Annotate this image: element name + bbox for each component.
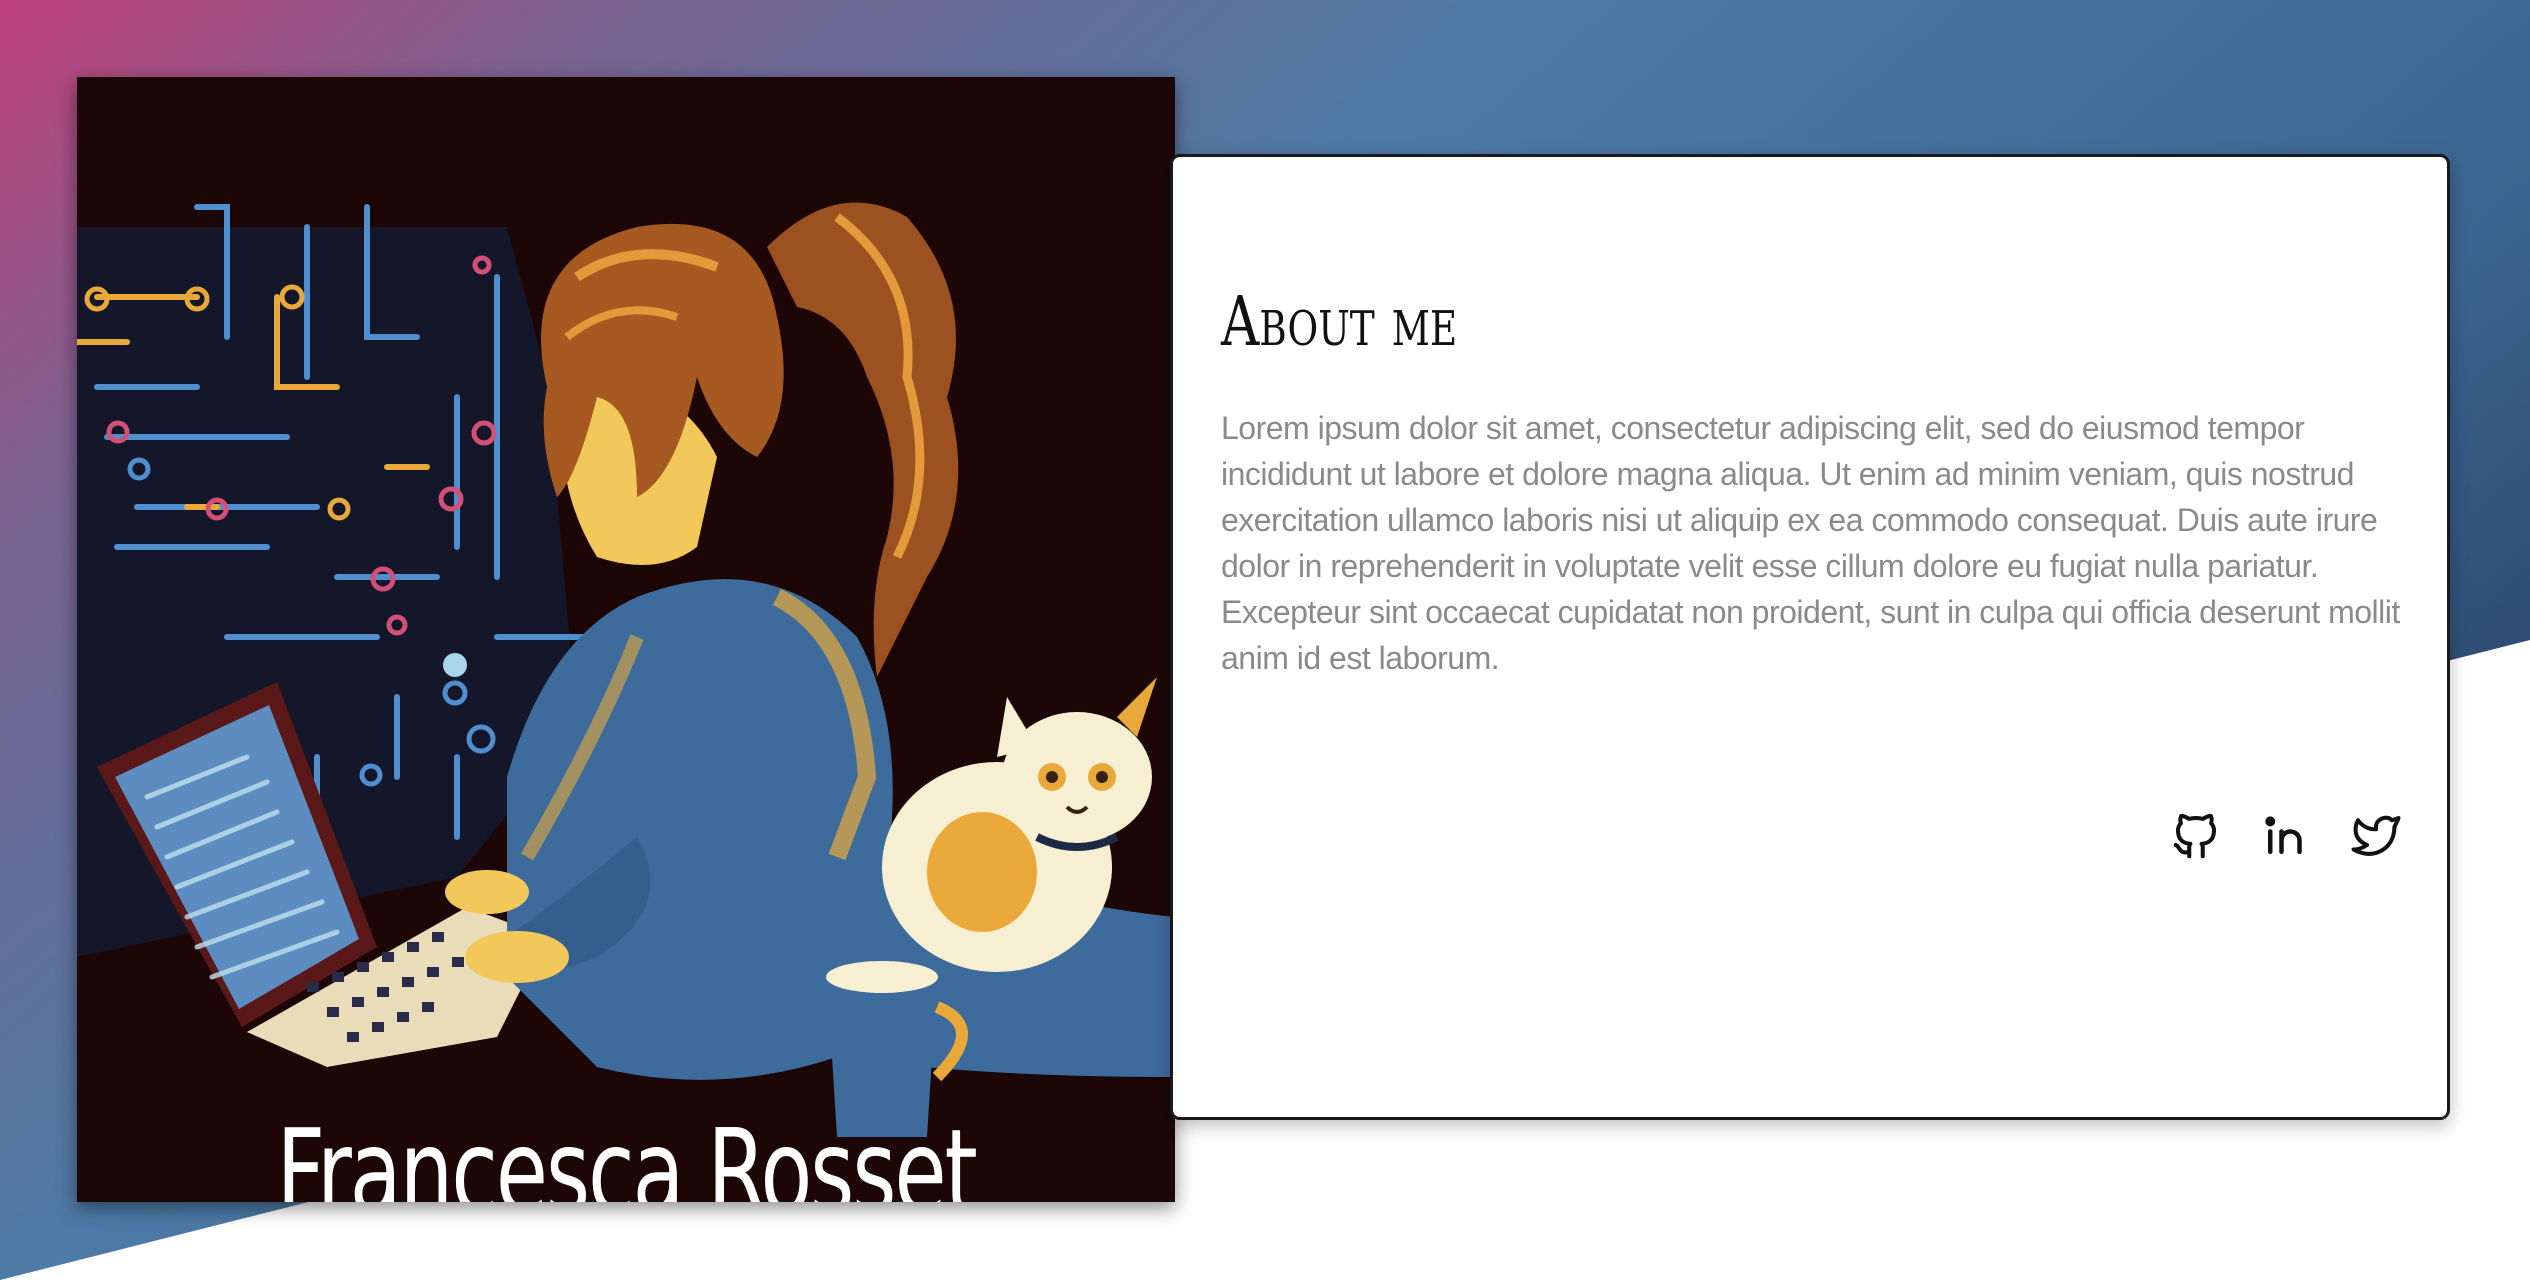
about-text: Lorem ipsum dolor sit amet, consectetur … — [1221, 410, 2400, 676]
profile-name: Francesca Rosset — [276, 1103, 977, 1202]
profile-page: Francesca Rosset About me Lorem ipsum do… — [0, 0, 2530, 1280]
social-links — [2169, 809, 2403, 863]
github-icon — [2173, 813, 2217, 859]
about-card: About me Lorem ipsum dolor sit amet, con… — [1170, 154, 2450, 1120]
twitter-icon — [2351, 815, 2401, 856]
profile-portrait: Francesca Rosset — [77, 77, 1175, 1202]
github-link[interactable] — [2169, 809, 2223, 863]
linkedin-link[interactable] — [2259, 809, 2313, 863]
twitter-link[interactable] — [2349, 809, 2403, 863]
about-title: About me — [1221, 283, 1458, 362]
linkedin-icon — [2265, 816, 2302, 854]
portrait-illustration — [77, 77, 1175, 1202]
